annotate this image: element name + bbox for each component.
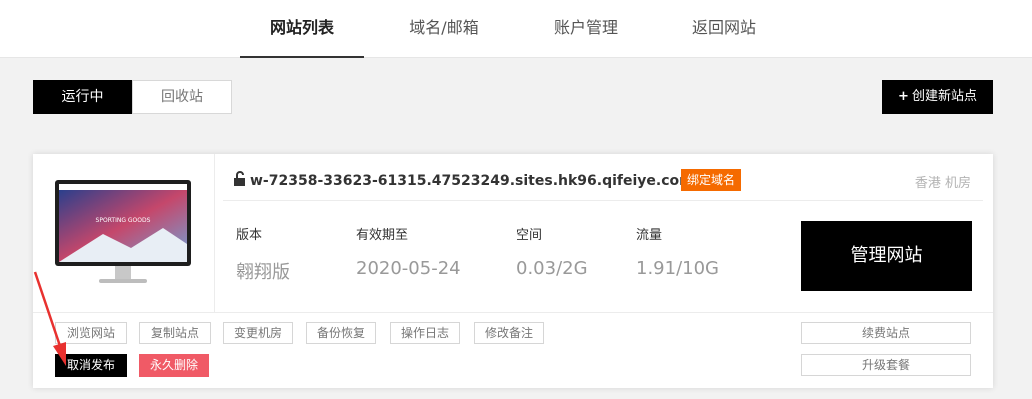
stat-value-expiry: 2020-05-24 (356, 258, 461, 279)
monitor-neck (115, 266, 131, 280)
thumbnail-caption: SPORTING GOODS (96, 217, 151, 224)
tab-back-to-website[interactable]: 返回网站 (668, 0, 780, 58)
stat-label-expiry: 有效期至 (356, 228, 409, 243)
create-site-label: 创建新站点 (911, 89, 977, 104)
monitor-stand (99, 279, 147, 283)
tab-website-list[interactable]: 网站列表 (240, 0, 364, 58)
tab-account-management[interactable]: 账户管理 (530, 0, 642, 58)
filter-running-button[interactable]: 运行中 (33, 80, 132, 114)
stat-value-traffic: 1.91/10G (636, 258, 719, 279)
vertical-divider (214, 154, 215, 312)
site-domain-text: w-72358-33623-61315.47523249.sites.hk96.… (250, 173, 694, 189)
thumbnail-header (59, 184, 187, 190)
site-card: SPORTING GOODS w-72358-33623-61315.47523… (33, 154, 993, 388)
site-thumbnail: SPORTING GOODS (55, 180, 191, 283)
copy-site-button[interactable]: 复制站点 (139, 322, 211, 344)
stat-label-space: 空间 (516, 228, 543, 243)
bind-domain-badge[interactable]: 绑定域名 (681, 169, 742, 191)
header-separator (223, 200, 983, 201)
stat-value-space: 0.03/2G (516, 258, 588, 279)
server-location: 香港 机房 (914, 176, 971, 191)
unpublish-button[interactable]: 取消发布 (55, 354, 127, 377)
operation-log-button[interactable]: 操作日志 (390, 322, 460, 344)
create-site-button[interactable]: + 创建新站点 (882, 80, 993, 114)
stat-label-version: 版本 (236, 228, 263, 243)
filter-recycle-bin-button[interactable]: 回收站 (132, 80, 232, 114)
tab-domain-email[interactable]: 域名/邮箱 (384, 0, 504, 58)
unlock-icon (234, 171, 245, 186)
delete-permanently-button[interactable]: 永久删除 (139, 354, 209, 377)
site-domain: w-72358-33623-61315.47523249.sites.hk96.… (233, 170, 694, 192)
edit-note-button[interactable]: 修改备注 (474, 322, 544, 344)
upgrade-plan-button[interactable]: 升级套餐 (801, 354, 971, 376)
browse-site-button[interactable]: 浏览网站 (55, 322, 127, 344)
horizontal-divider (33, 312, 993, 313)
top-nav: 网站列表 域名/邮箱 账户管理 返回网站 (0, 0, 1032, 58)
change-server-button[interactable]: 变更机房 (223, 322, 293, 344)
stat-label-traffic: 流量 (636, 228, 663, 243)
backup-restore-button[interactable]: 备份恢复 (306, 322, 376, 344)
manage-site-button[interactable]: 管理网站 (801, 221, 972, 291)
renew-site-button[interactable]: 续费站点 (801, 322, 971, 344)
stat-value-version: 翱翔版 (236, 262, 290, 283)
plus-icon: + (898, 89, 909, 104)
